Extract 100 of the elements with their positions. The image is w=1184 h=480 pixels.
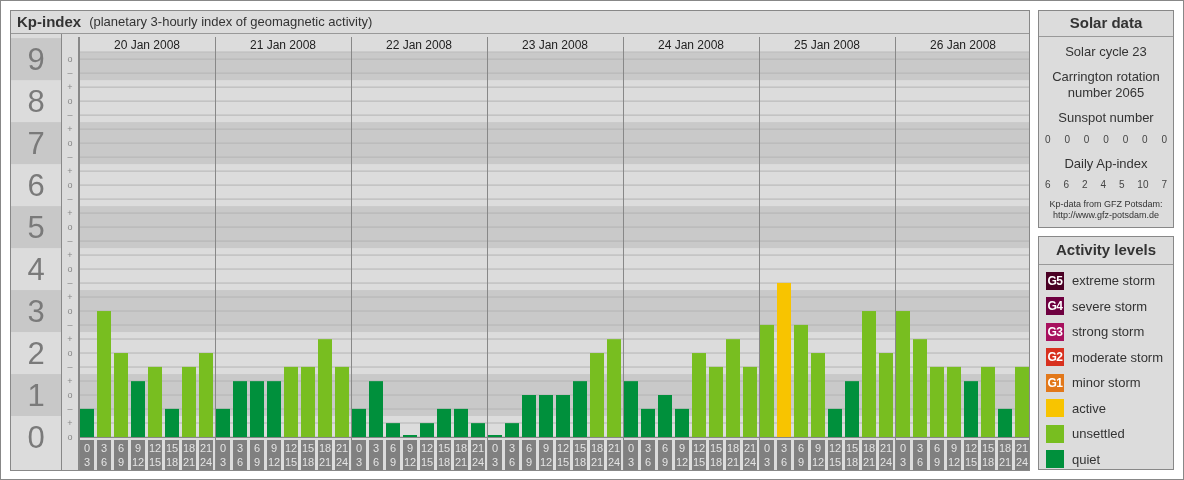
level-label: minor storm	[1072, 374, 1141, 392]
kp-bar	[352, 408, 366, 437]
date-label: 22 Jan 2008	[385, 38, 453, 52]
kp-level-label: 0	[27, 420, 45, 455]
kp-bar	[437, 408, 451, 437]
time-slot-label: 9 12	[131, 440, 145, 470]
time-slot-label: 12 15	[964, 440, 978, 470]
minor-tick-label: +	[67, 250, 73, 261]
kp-bar	[454, 408, 468, 437]
carrington-text: Carrington rotation	[1052, 68, 1160, 85]
minor-tick-label: +	[67, 82, 73, 93]
kp-bar	[80, 408, 94, 437]
storm-scale-label: G5	[1047, 272, 1063, 290]
time-slot-label: 3 6	[777, 440, 791, 470]
time-slot-label: 12 15	[420, 440, 434, 470]
level-label: extreme storm	[1072, 272, 1156, 290]
time-slot-label: 15 18	[301, 440, 315, 470]
date-label: 23 Jan 2008	[521, 38, 589, 52]
sunspot-value: 0	[1045, 132, 1051, 147]
kp-level-label: 2	[27, 336, 45, 372]
chart-subtitle: (planetary 3-hourly index of geomagnetic activity)	[89, 13, 373, 32]
minor-tick-label: –	[67, 362, 73, 373]
minor-tick-label: +	[67, 124, 73, 135]
minor-tick-label: +	[67, 208, 73, 219]
minor-tick-label: +	[67, 334, 73, 345]
minor-tick-label: o	[67, 138, 73, 149]
storm-scale-label: G4	[1047, 298, 1063, 316]
storm-scale-label: G1	[1047, 374, 1063, 392]
kp-bar	[930, 366, 944, 437]
minor-tick-label: –	[67, 110, 73, 121]
time-slot-label: 6 9	[658, 440, 672, 470]
level-label: severe storm	[1072, 297, 1148, 316]
ap-index-value: 10	[1137, 178, 1149, 192]
sunspot-label: Sunspot number	[1058, 109, 1154, 127]
level-label: active	[1072, 399, 1106, 418]
kp-bar	[658, 395, 672, 437]
kp-bar	[182, 366, 196, 437]
kp-level-label: 6	[27, 168, 45, 204]
kp-bar	[641, 408, 655, 437]
minor-tick-label: –	[67, 194, 73, 205]
minor-tick-label: +	[67, 292, 73, 303]
time-slot-label: 12 15	[284, 440, 298, 470]
time-slot-label: 6 9	[250, 440, 264, 470]
kp-bar	[556, 395, 570, 437]
time-slot-label: 15 18	[709, 440, 723, 470]
time-slot-label: 9 12	[403, 440, 417, 470]
sunspot-value: 0	[1142, 132, 1148, 147]
kp-bar	[250, 381, 264, 437]
minor-tick-label: o	[67, 432, 73, 442]
date-label: 21 Jan 2008	[249, 38, 317, 52]
minor-tick-label: –	[67, 404, 73, 414]
minor-tick-label: o	[67, 264, 73, 275]
time-slot-label: 15 18	[573, 440, 587, 470]
ap-index-label: Daily Ap-index	[1064, 154, 1148, 173]
minor-tick-label: –	[67, 68, 73, 79]
minor-tick-label: –	[67, 236, 73, 247]
kp-bar	[233, 381, 247, 437]
time-slot-label: 18 21	[318, 440, 332, 470]
time-slot-label: 9 12	[539, 440, 553, 470]
kp-bar	[420, 423, 434, 437]
ap-index-value: 2	[1081, 178, 1088, 192]
kp-bar	[998, 408, 1012, 437]
time-slot-label: 12 15	[148, 440, 162, 470]
minor-tick-label: –	[67, 152, 73, 163]
date-label: 26 Jan 2008	[929, 38, 997, 52]
time-slot-label: 21 24	[607, 440, 621, 470]
time-slot-label: 3 6	[505, 440, 519, 470]
time-slot-label: 21 24	[879, 440, 893, 470]
kp-bar	[131, 381, 145, 437]
sunspot-value: 0	[1161, 132, 1167, 147]
time-slot-label: 0 3	[760, 440, 774, 470]
time-slot-label: 15 18	[845, 440, 859, 470]
time-slot-label: 18 21	[182, 440, 196, 470]
minor-tick-label: +	[67, 166, 73, 177]
level-label: strong storm	[1072, 323, 1145, 341]
ap-index-value: 4	[1100, 178, 1106, 192]
kp-bar	[216, 408, 230, 437]
kp-bar	[165, 408, 179, 437]
kp-bar	[284, 366, 298, 437]
kp-bar	[675, 408, 689, 437]
kp-bar	[573, 381, 587, 437]
time-slot-label: 0 3	[352, 440, 366, 470]
kp-bar	[267, 381, 281, 437]
kp-level-label: 3	[27, 294, 45, 330]
minor-tick-label: +	[67, 376, 73, 386]
time-slot-label: 21 24	[199, 440, 213, 470]
time-slot-label: 9 12	[811, 440, 825, 470]
time-slot-label: 6 9	[794, 440, 808, 470]
kp-level-label: 7	[27, 126, 45, 162]
time-slot-label: 15 18	[437, 440, 451, 470]
time-slot-label: 6 9	[930, 440, 944, 470]
time-slot-label: 18 21	[862, 440, 876, 470]
kp-bar	[743, 366, 757, 437]
time-slot-label: 18 21	[454, 440, 468, 470]
level-label: moderate storm	[1072, 348, 1164, 367]
kp-level-label: 1	[27, 378, 45, 413]
minor-tick-label: o	[67, 348, 73, 359]
minor-tick-label: o	[67, 390, 73, 400]
time-slot-label: 0 3	[216, 440, 230, 470]
sunspot-value: 0	[1103, 132, 1109, 147]
